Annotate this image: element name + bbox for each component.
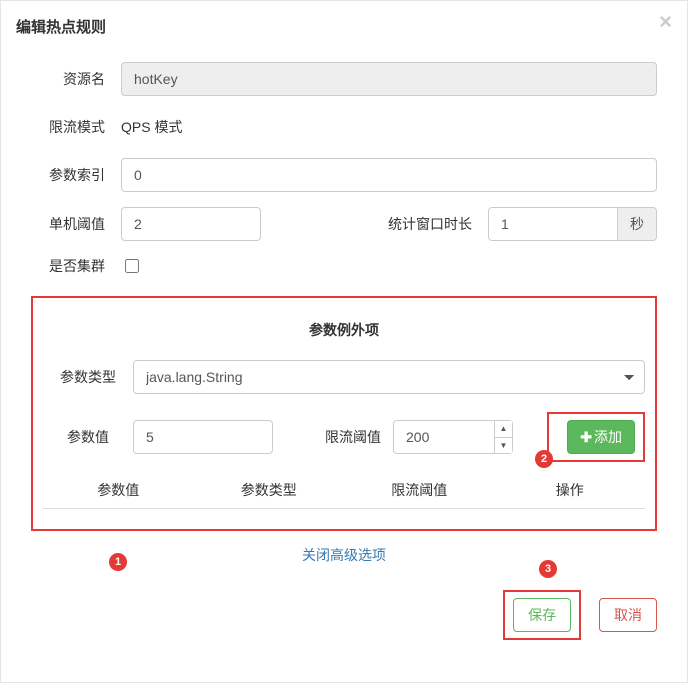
close-advanced-link[interactable]: 关闭高级选项 [302, 547, 386, 563]
row-resource: 资源名 [31, 62, 657, 96]
save-button[interactable]: 保存 [513, 598, 571, 632]
param-index-input[interactable] [121, 158, 657, 192]
resource-label: 资源名 [31, 69, 121, 89]
window-input[interactable] [488, 207, 618, 241]
add-button[interactable]: ✚添加 [567, 420, 635, 454]
param-index-label: 参数索引 [31, 165, 121, 185]
param-type-label: 参数类型 [43, 367, 133, 387]
cancel-button[interactable]: 取消 [599, 598, 657, 632]
annotation-2: 2 [535, 450, 553, 468]
limit-spinner[interactable]: ▲ ▼ [393, 420, 513, 454]
th-action: 操作 [495, 480, 646, 500]
cluster-checkbox[interactable] [125, 259, 139, 273]
close-icon[interactable]: × [659, 11, 672, 33]
mode-value: QPS 模式 [121, 111, 182, 143]
exception-table-header: 参数值 参数类型 限流阈值 操作 [43, 472, 645, 509]
edit-hotspot-rule-modal: 编辑热点规则 × 资源名 限流模式 QPS 模式 参数索引 单机阈值 统计窗口时… [0, 0, 688, 683]
modal-header: 编辑热点规则 × [1, 1, 687, 47]
param-value-label: 参数值 [43, 427, 133, 447]
add-button-highlight: ✚添加 [547, 412, 645, 462]
annotation-1: 1 [109, 553, 127, 571]
window-unit: 秒 [618, 207, 657, 241]
param-type-select[interactable]: java.lang.String [133, 360, 645, 394]
advanced-title: 参数例外项 [43, 320, 645, 340]
threshold-input[interactable] [121, 207, 261, 241]
mode-label: 限流模式 [31, 117, 121, 137]
spinner-down-icon[interactable]: ▼ [495, 438, 512, 454]
modal-title: 编辑热点规则 [16, 16, 672, 37]
annotation-3: 3 [539, 560, 557, 578]
modal-body: 资源名 限流模式 QPS 模式 参数索引 单机阈值 统计窗口时长 秒 是否集群 [1, 47, 687, 578]
row-cluster: 是否集群 [31, 256, 657, 276]
spinner-buttons[interactable]: ▲ ▼ [494, 421, 512, 453]
row-param-index: 参数索引 [31, 158, 657, 192]
modal-footer: 3 保存 取消 [1, 578, 687, 660]
threshold-label: 单机阈值 [31, 214, 121, 234]
resource-input [121, 62, 657, 96]
spinner-up-icon[interactable]: ▲ [495, 421, 512, 438]
row-param-value: 参数值 限流阈值 ▲ ▼ ✚添加 2 [43, 412, 645, 462]
window-label: 统计窗口时长 [378, 214, 488, 234]
cluster-label: 是否集群 [31, 256, 121, 276]
row-param-type: 参数类型 java.lang.String [43, 360, 645, 394]
param-value-input[interactable] [133, 420, 273, 454]
th-limit: 限流阈值 [344, 480, 495, 500]
save-button-highlight: 保存 [503, 590, 581, 640]
th-type: 参数类型 [194, 480, 345, 500]
plus-icon: ✚ [580, 429, 592, 446]
th-value: 参数值 [43, 480, 194, 500]
limit-label: 限流阈值 [313, 427, 393, 447]
row-mode: 限流模式 QPS 模式 [31, 111, 657, 143]
row-threshold-window: 单机阈值 统计窗口时长 秒 [31, 207, 657, 241]
advanced-section: 参数例外项 参数类型 java.lang.String 参数值 限流阈值 ▲ ▼ [31, 296, 657, 531]
